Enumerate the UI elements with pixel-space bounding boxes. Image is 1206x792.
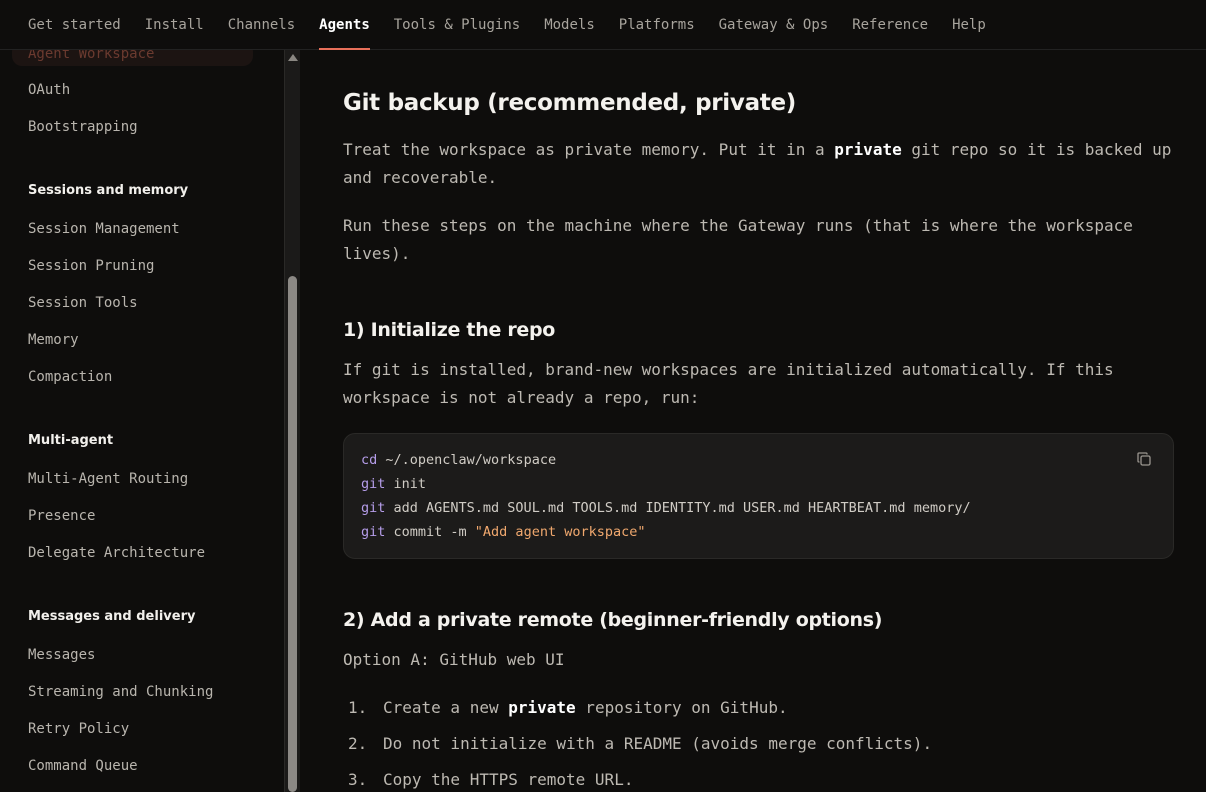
tab-get-started[interactable]: Get started [28,0,121,50]
list-item-3: Copy the HTTPS remote URL. [383,770,634,789]
sidebar-item-session-management[interactable]: Session Management [28,221,180,237]
nav-tabs: Get started Install Channels Agents Tool… [28,0,1010,50]
run-note-paragraph: Run these steps on the machine where the… [343,216,1133,263]
intro-paragraph: Treat the workspace as private memory. P… [343,140,1172,187]
sidebar-item-presence[interactable]: Presence [28,508,95,524]
tab-platforms[interactable]: Platforms [619,0,695,50]
code-line-2: git init [361,476,427,492]
sidebar-item-compaction[interactable]: Compaction [28,369,112,385]
sidebar-item-session-tools[interactable]: Session Tools [28,295,138,311]
sidebar-heading-messages: Messages and delivery [28,609,196,624]
scroll-up-arrow-icon[interactable] [288,54,298,61]
list-item-1: Create a new private repository on GitHu… [383,698,788,717]
code-block: cd ~/.openclaw/workspace git init git ad… [343,433,1174,559]
page-title: Git backup (recommended, private) [343,90,796,116]
intro-bold-private: private [834,140,902,159]
scrollbar-thumb[interactable] [288,276,297,792]
code-line-1: cd ~/.openclaw/workspace [361,452,557,468]
tab-agents[interactable]: Agents [319,0,370,50]
sidebar-item-delegate-architecture[interactable]: Delegate Architecture [28,545,205,561]
tab-install[interactable]: Install [145,0,204,50]
list-number-1: 1. [348,698,368,717]
sidebar-item-oauth[interactable]: OAuth [28,82,70,98]
step1-paragraph: If git is installed, brand-new workspace… [343,360,1114,407]
main-content: Git backup (recommended, private) Treat … [300,50,1206,792]
tab-channels[interactable]: Channels [228,0,295,50]
sidebar-heading-sessions: Sessions and memory [28,183,189,198]
sidebar-item-agent-workspace[interactable]: Agent Workspace [12,50,253,66]
sidebar-item-retry-policy[interactable]: Retry Policy [28,721,129,737]
code-line-4: git commit -m "Add agent workspace" [361,524,646,540]
sidebar: Agent Workspace OAuth Bootstrapping Sess… [0,50,284,792]
list-number-3: 3. [348,770,368,789]
sidebar-item-multi-agent-routing[interactable]: Multi-Agent Routing [28,471,188,487]
sidebar-item-memory[interactable]: Memory [28,332,79,348]
tab-tools-plugins[interactable]: Tools & Plugins [394,0,520,50]
copy-icon[interactable] [1137,452,1151,466]
sidebar-item-session-pruning[interactable]: Session Pruning [28,258,154,274]
sidebar-item-bootstrapping[interactable]: Bootstrapping [28,119,138,135]
step1-heading: 1) Initialize the repo [343,319,556,341]
option-a-label: Option A: GitHub web UI [343,650,565,669]
tab-models[interactable]: Models [544,0,595,50]
sidebar-heading-multi-agent: Multi-agent [28,433,114,448]
tab-help[interactable]: Help [952,0,986,50]
tab-reference[interactable]: Reference [852,0,928,50]
tab-gateway-ops[interactable]: Gateway & Ops [719,0,829,50]
list-number-2: 2. [348,734,368,753]
step2-heading: 2) Add a private remote (beginner-friend… [343,609,883,631]
sidebar-item-messages[interactable]: Messages [28,647,95,663]
sidebar-scrollbar[interactable] [284,50,300,792]
list-item-2: Do not initialize with a README (avoids … [383,734,933,753]
sidebar-item-command-queue[interactable]: Command Queue [28,758,138,774]
code-line-3: git add AGENTS.md SOUL.md TOOLS.md IDENT… [361,500,971,516]
sidebar-item-streaming-chunking[interactable]: Streaming and Chunking [28,684,213,700]
top-navigation: Get started Install Channels Agents Tool… [0,0,1206,50]
